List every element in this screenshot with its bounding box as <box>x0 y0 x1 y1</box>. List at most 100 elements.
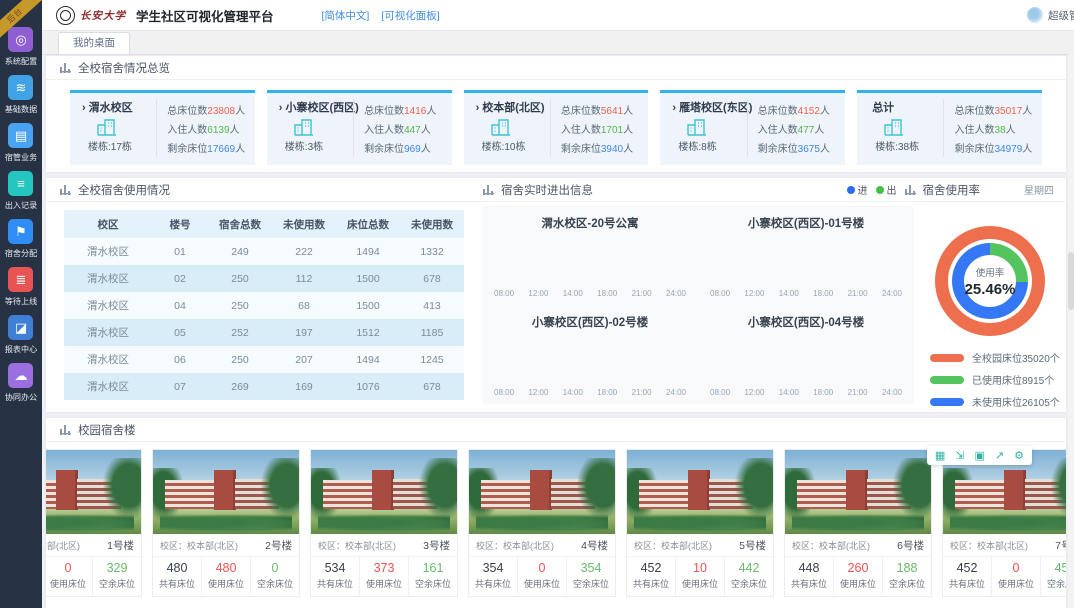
sidebar-item[interactable]: ◎ 系统配置 <box>4 27 38 67</box>
sidebar-item[interactable]: ◪ 报表中心 <box>4 315 38 355</box>
fullscreen-icon[interactable]: ⇲ <box>955 449 964 462</box>
campus-card-left: ›雁塔校区(东区) 楼栋:8栋 <box>668 99 746 157</box>
campus-card[interactable]: ›渭水校区 楼栋:17栋 总床位数23808人 入住人数6139人 剩余床位17… <box>70 90 255 165</box>
table-row[interactable]: 渭水校区 06 250 207 1494 1245 <box>64 346 464 373</box>
table-row[interactable]: 渭水校区 04 250 68 1500 413 <box>64 292 464 319</box>
campus-card[interactable]: ›雁塔校区(东区) 楼栋:8栋 总床位数4152人 入住人数477人 剩余床位3… <box>660 90 845 165</box>
beds-used-value: 10 <box>676 561 724 575</box>
building-name: 4号楼 <box>581 538 608 553</box>
cell-dorm-total: 250 <box>208 273 272 285</box>
buildings-title: 校园宿舍楼 <box>78 422 136 438</box>
building-card[interactable]: 校区：校本部(北区) 7号楼 452 共有床位 0 使用床位 <box>942 449 1066 597</box>
beds-used-value: 480 <box>202 561 250 575</box>
header-user[interactable]: 超级管理 <box>1027 7 1074 23</box>
chevron-right-icon: › <box>672 102 676 114</box>
cell-campus: 渭水校区 <box>64 352 152 367</box>
save-icon[interactable]: ▣ <box>975 449 985 462</box>
usage-panel-header: 全校宿舍使用情况 宿舍实时进出信息 进 出 <box>46 178 1066 202</box>
total-beds-value: 1416 <box>404 106 426 117</box>
chevron-right-icon: › <box>476 102 480 114</box>
building-card[interactable]: 校区：校本部(北区) 3号楼 534 共有床位 373 使用床位 <box>310 449 458 597</box>
bush-art <box>476 514 607 531</box>
university-logo-icon <box>56 6 75 25</box>
cell-bed-total: 1494 <box>336 246 400 258</box>
header-links: [简体中文] [可视化面板] <box>322 8 440 23</box>
building-art <box>56 470 78 510</box>
cell-building-no: 07 <box>152 381 208 393</box>
cell-dorm-unused: 68 <box>272 300 336 312</box>
building-card[interactable]: 校区：校本部(北区) 5号楼 452 共有床位 10 使用床位 <box>626 449 774 597</box>
building-art <box>688 470 710 510</box>
sidebar-item[interactable]: ⚑ 宿舍分配 <box>4 219 38 259</box>
col-header: 未使用数 <box>272 217 336 232</box>
beds-total-value: 448 <box>785 561 833 575</box>
tree-art <box>893 458 931 518</box>
overview-panel: 全校宿舍情况总览 ›渭水校区 楼栋:17栋 总床位数23808人 <box>46 56 1066 172</box>
user-avatar-icon[interactable] <box>1027 7 1043 23</box>
cell-dorm-total: 252 <box>208 327 272 339</box>
table-row[interactable]: 渭水校区 01 249 222 1494 1332 <box>64 238 464 265</box>
campus-card[interactable]: ›校本部(北区) 楼栋:10栋 总床位数5641人 入住人数1701人 剩余床位… <box>464 90 649 165</box>
building-card[interactable]: 校区：校本部(北区) 1号楼 共有床位 0 使用床位 329 <box>46 449 142 597</box>
cell-campus: 渭水校区 <box>64 271 152 286</box>
sidebar-item-label: 宿管业务 <box>5 151 37 162</box>
chevron-right-icon: › <box>279 102 283 114</box>
building-campus: 校区：校本部(北区) <box>160 539 238 552</box>
bush-art <box>634 514 765 531</box>
export-icon[interactable]: ↗ <box>995 449 1004 462</box>
bush-art <box>46 514 134 531</box>
table-row[interactable]: 渭水校区 07 269 169 1076 678 <box>64 373 464 400</box>
sidebar-item[interactable]: ▤ 宿管业务 <box>4 123 38 163</box>
scrollbar-thumb[interactable] <box>1068 252 1074 310</box>
sidebar-item[interactable]: ☁ 协同办公 <box>4 363 38 403</box>
building-photo <box>153 450 299 534</box>
campus-card[interactable]: ›小寨校区(西区) 楼栋:3栋 总床位数1416人 入住人数447人 剩余床位9… <box>267 90 452 165</box>
cell-building-no: 01 <box>152 246 208 258</box>
sidebar-item[interactable]: ≡ 出入记录 <box>4 171 38 211</box>
building-name: 2号楼 <box>265 538 292 553</box>
building-campus: 校区：校本部(北区) <box>950 539 1028 552</box>
cell-bed-unused: 413 <box>400 300 464 312</box>
grid-icon[interactable]: ▦ <box>935 449 945 462</box>
campus-card[interactable]: 总计 楼栋:38栋 总床位数35017人 入住人数38人 剩余床位34979人 <box>857 90 1042 165</box>
campus-name: 总计 <box>872 102 894 114</box>
campus-name: 雁塔校区(东区) <box>679 102 752 114</box>
sidebar-item[interactable]: ≋ 基础数据 <box>4 75 38 115</box>
occupied-value: 6139 <box>207 125 229 136</box>
overview-cards: ›渭水校区 楼栋:17栋 总床位数23808人 入住人数6139人 剩余床位17… <box>70 90 1042 165</box>
sidebar: ◎ 系统配置 ≋ 基础数据 ▤ 宿管业务 ≡ 出入记录 ⚑ 宿舍分配 <box>0 0 42 608</box>
occupied-value: 477 <box>798 125 815 136</box>
table-row[interactable]: 渭水校区 05 252 197 1512 1185 <box>64 319 464 346</box>
usage-donut-chart: 使用率 25.46% <box>935 226 1045 336</box>
building-card[interactable]: 校区：校本部(北区) 4号楼 354 共有床位 0 使用床位 <box>468 449 616 597</box>
beds-free-value: 188 <box>883 561 931 575</box>
sidebar-item[interactable]: ≣ 等待上线 <box>4 267 38 307</box>
building-photo <box>311 450 457 534</box>
pending-list-icon: ≣ <box>8 267 33 292</box>
table-row[interactable]: 渭水校区 02 250 112 1500 678 <box>64 265 464 292</box>
beds-free-value: 329 <box>93 561 141 575</box>
building-card[interactable]: 校区：校本部(北区) 6号楼 448 共有床位 260 使用床位 <box>784 449 932 597</box>
buildings-panel-header: 校园宿舍楼 <box>46 418 1066 442</box>
legend-label: 进 <box>858 182 868 197</box>
realtime-charts-grid: 渭水校区-20号公寓 08:00 12:00 14:00 18:00 21:00… <box>482 206 914 404</box>
usage-panel: 全校宿舍使用情况 宿舍实时进出信息 进 出 <box>46 178 1066 412</box>
cell-bed-unused: 678 <box>400 273 464 285</box>
realtime-title: 宿舍实时进出信息 <box>501 182 593 198</box>
building-campus: 校区：校本部(北区) <box>46 539 80 552</box>
legend-item: 未使用床位26105个 <box>930 394 1060 409</box>
building-art <box>639 480 692 509</box>
header-link[interactable]: [简体中文] <box>322 8 370 23</box>
building-card[interactable]: 校区：校本部(北区) 2号楼 480 共有床位 480 使用床位 <box>152 449 300 597</box>
chevron-right-icon: › <box>82 102 86 114</box>
cell-campus: 渭水校区 <box>64 298 152 313</box>
list-icon: ≡ <box>8 171 33 196</box>
header-link[interactable]: [可视化面板] <box>381 8 439 23</box>
sidebar-item-label: 协同办公 <box>5 391 37 402</box>
campus-card-stats: 总床位数1416人 入住人数447人 剩余床位969人 <box>353 99 444 157</box>
tab-my-desktop[interactable]: 我的桌面 <box>58 32 130 54</box>
legend-label: 出 <box>887 182 897 197</box>
settings-gear-icon[interactable]: ⚙ <box>1014 449 1024 462</box>
scrollbar-track[interactable] <box>1068 54 1074 608</box>
main-content: 全校宿舍情况总览 ›渭水校区 楼栋:17栋 总床位数23808人 <box>42 54 1074 608</box>
